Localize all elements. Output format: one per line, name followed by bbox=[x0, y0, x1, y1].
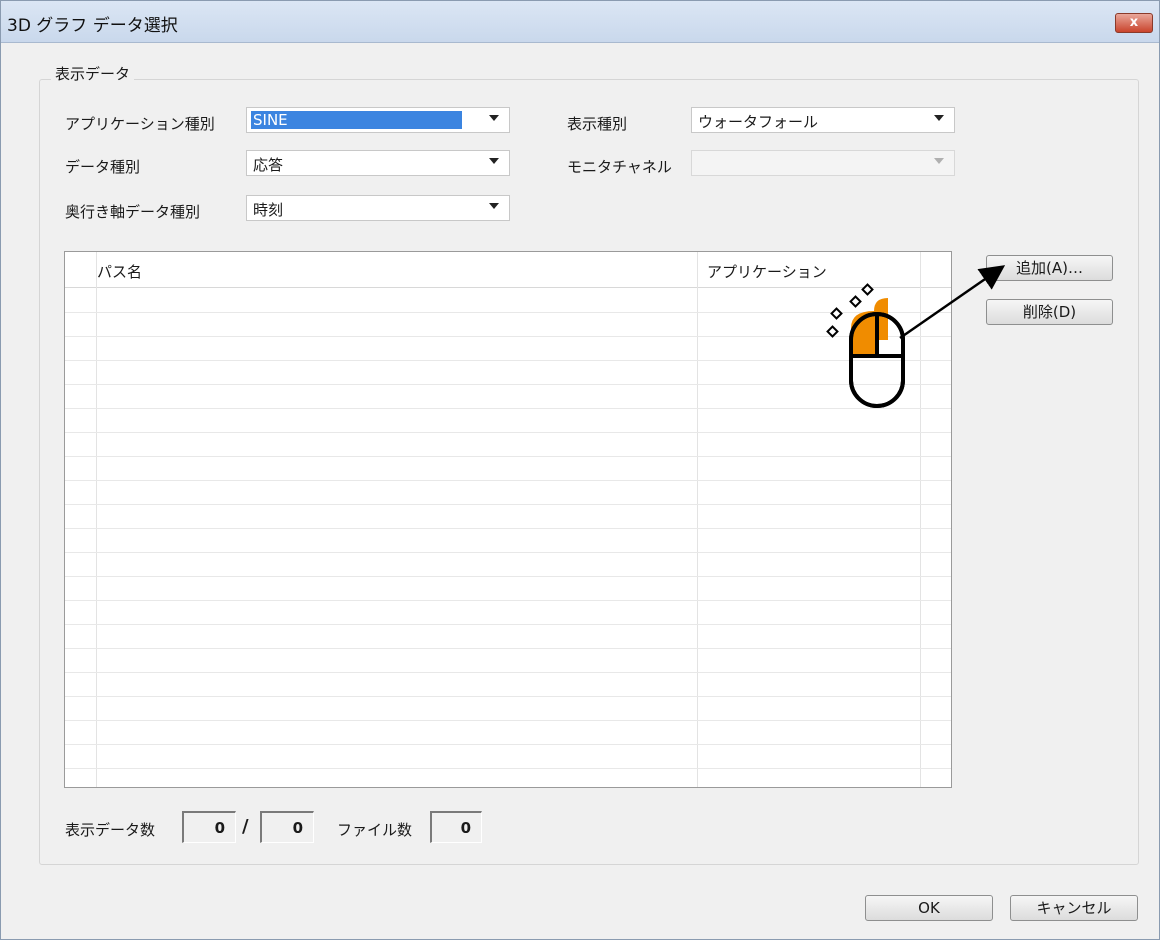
app-type-label: アプリケーション種別 bbox=[65, 115, 215, 133]
count-separator: / bbox=[242, 816, 249, 837]
table-row bbox=[65, 576, 951, 577]
table-row bbox=[65, 648, 951, 649]
table-row bbox=[65, 696, 951, 697]
app-type-select[interactable]: SINE bbox=[246, 107, 510, 133]
title-bar[interactable]: 3D グラフ データ選択 x bbox=[1, 1, 1159, 43]
data-type-select[interactable]: 応答 bbox=[246, 150, 510, 176]
file-count-value: 0 bbox=[430, 811, 482, 843]
depth-axis-label: 奥行き軸データ種別 bbox=[65, 203, 201, 221]
app-type-value: SINE bbox=[251, 111, 462, 129]
chevron-down-icon bbox=[489, 115, 499, 121]
chevron-down-icon bbox=[934, 158, 944, 164]
table-row bbox=[65, 768, 951, 769]
monitor-channel-select bbox=[691, 150, 955, 176]
monitor-channel-label: モニタチャネル bbox=[567, 158, 672, 176]
table-row bbox=[65, 600, 951, 601]
data-type-label: データ種別 bbox=[65, 158, 141, 176]
depth-axis-select[interactable]: 時刻 bbox=[246, 195, 510, 221]
window-title: 3D グラフ データ選択 bbox=[7, 16, 178, 36]
display-type-select[interactable]: ウォータフォール bbox=[691, 107, 955, 133]
mouse-click-icon bbox=[826, 265, 1006, 408]
cancel-button[interactable]: キャンセル bbox=[1010, 895, 1138, 921]
table-row bbox=[65, 480, 951, 481]
table-row bbox=[65, 504, 951, 505]
display-total-value: 0 bbox=[260, 811, 314, 843]
close-button[interactable]: x bbox=[1115, 13, 1153, 33]
column-header-application[interactable]: アプリケーション bbox=[707, 261, 827, 282]
column-divider bbox=[96, 252, 97, 787]
group-label: 表示データ bbox=[51, 63, 135, 84]
close-icon: x bbox=[1129, 15, 1139, 30]
table-row bbox=[65, 528, 951, 529]
table-row bbox=[65, 672, 951, 673]
table-row bbox=[65, 456, 951, 457]
display-count-value: 0 bbox=[182, 811, 236, 843]
chevron-down-icon bbox=[489, 203, 499, 209]
ok-button[interactable]: OK bbox=[865, 895, 993, 921]
chevron-down-icon bbox=[934, 115, 944, 121]
display-type-value: ウォータフォール bbox=[698, 113, 819, 131]
data-type-value: 応答 bbox=[253, 156, 284, 174]
chevron-down-icon bbox=[489, 158, 499, 164]
column-divider bbox=[697, 252, 698, 787]
column-header-path[interactable]: パス名 bbox=[97, 261, 142, 282]
file-count-label: ファイル数 bbox=[337, 821, 413, 839]
depth-axis-value: 時刻 bbox=[253, 201, 284, 219]
dialog-window: 3D グラフ データ選択 x 表示データ アプリケーション種別 SINE データ… bbox=[0, 0, 1160, 940]
display-count-label: 表示データ数 bbox=[65, 821, 156, 839]
table-row bbox=[65, 624, 951, 625]
table-row bbox=[65, 744, 951, 745]
table-row bbox=[65, 720, 951, 721]
table-row bbox=[65, 552, 951, 553]
table-row bbox=[65, 432, 951, 433]
display-type-label: 表示種別 bbox=[567, 115, 628, 133]
